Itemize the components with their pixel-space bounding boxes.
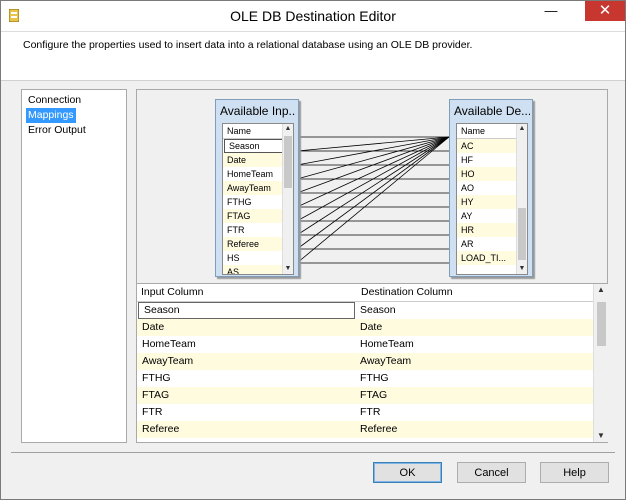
close-button[interactable]: ✕ bbox=[585, 1, 625, 21]
destination-column-cell[interactable]: FTHG bbox=[355, 370, 389, 387]
title-bar[interactable]: OLE DB Destination Editor — ✕ bbox=[1, 1, 625, 32]
editor-description: Configure the properties used to insert … bbox=[23, 39, 473, 51]
scroll-up-icon[interactable]: ▲ bbox=[283, 124, 293, 134]
scroll-thumb[interactable] bbox=[284, 136, 292, 188]
mapping-connector-lines bbox=[296, 136, 450, 264]
destination-column-item[interactable]: HR bbox=[457, 223, 521, 237]
available-input-columns-table[interactable]: Available Inp... Name Season Date HomeTe… bbox=[215, 99, 299, 277]
scroll-up-icon[interactable]: ▲ bbox=[517, 124, 527, 134]
table-row[interactable]: AwayTeam AwayTeam bbox=[137, 353, 593, 370]
scroll-up-icon[interactable]: ▲ bbox=[594, 284, 608, 296]
input-column-item[interactable]: FTR bbox=[223, 223, 287, 237]
destination-column-item[interactable]: LOAD_TI... bbox=[457, 251, 521, 265]
input-column-item[interactable]: Referee bbox=[223, 237, 287, 251]
input-column-header[interactable]: Input Column bbox=[137, 284, 203, 301]
scroll-thumb[interactable] bbox=[518, 208, 526, 260]
scroll-thumb[interactable] bbox=[597, 302, 606, 346]
input-column-header: Name bbox=[223, 124, 287, 139]
destination-column-cell[interactable]: Date bbox=[355, 319, 382, 336]
input-column-item[interactable]: HS bbox=[223, 251, 287, 265]
mappings-panel: Available Inp... Name Season Date HomeTe… bbox=[136, 89, 608, 443]
input-column-cell[interactable]: HomeTeam bbox=[137, 336, 196, 353]
help-button[interactable]: Help bbox=[540, 462, 609, 483]
destination-column-item[interactable]: AC bbox=[457, 139, 521, 153]
destination-column-item[interactable]: AO bbox=[457, 181, 521, 195]
mapping-line[interactable] bbox=[296, 136, 450, 208]
available-destination-columns-table[interactable]: Available De... Name AC HF HO AO HY AY H… bbox=[449, 99, 533, 277]
nav-item-connection-manager[interactable]: Connection Manager bbox=[26, 93, 126, 121]
mapping-line[interactable] bbox=[296, 136, 450, 264]
input-column-cell[interactable]: FTR bbox=[137, 404, 162, 421]
destination-column-item[interactable]: HO bbox=[457, 167, 521, 181]
input-column-item[interactable]: FTAG bbox=[223, 209, 287, 223]
nav-item-error-output[interactable]: Error Output bbox=[26, 123, 88, 138]
available-input-columns-title: Available Inp... bbox=[220, 104, 296, 118]
table-row[interactable]: FTR FTR bbox=[137, 404, 593, 421]
destination-column-item[interactable]: AR bbox=[457, 237, 521, 251]
input-column-cell[interactable]: FTHG bbox=[137, 370, 171, 387]
destination-column-item[interactable]: AY bbox=[457, 209, 521, 223]
input-column-item[interactable]: AwayTeam bbox=[223, 181, 287, 195]
mapping-line[interactable] bbox=[296, 136, 450, 180]
available-destination-columns-title: Available De... bbox=[454, 104, 530, 118]
table-row[interactable]: Season Season bbox=[137, 302, 593, 319]
destination-column-header[interactable]: Destination Column bbox=[357, 284, 453, 301]
input-column-cell[interactable]: Date bbox=[137, 319, 164, 336]
header-band: Configure the properties used to insert … bbox=[1, 32, 625, 81]
destination-column-list: Name AC HF HO AO HY AY HR AR LOAD_TI... … bbox=[456, 123, 528, 275]
input-column-item[interactable]: Season bbox=[224, 139, 287, 153]
cancel-button[interactable]: Cancel bbox=[457, 462, 526, 483]
destination-column-cell[interactable]: AwayTeam bbox=[355, 353, 411, 370]
minimize-button[interactable]: — bbox=[538, 1, 564, 21]
destination-column-item[interactable]: HF bbox=[457, 153, 521, 167]
input-column-cell[interactable]: Season bbox=[138, 302, 355, 319]
window-title: OLE DB Destination Editor bbox=[230, 8, 396, 24]
destination-column-cell[interactable]: FTAG bbox=[355, 387, 387, 404]
destination-list-scrollbar[interactable]: ▲ ▼ bbox=[516, 124, 527, 274]
mapping-grid: Input Column Destination Column Season S… bbox=[137, 284, 608, 442]
input-column-item[interactable]: Date bbox=[223, 153, 287, 167]
page-navigation-list: Connection Manager Mappings Error Output bbox=[21, 89, 127, 443]
table-row[interactable]: HomeTeam HomeTeam bbox=[137, 336, 593, 353]
input-column-cell[interactable]: Referee bbox=[137, 421, 179, 438]
grid-header: Input Column Destination Column bbox=[137, 284, 593, 302]
mapping-line[interactable] bbox=[296, 136, 450, 152]
ole-db-destination-editor-window: OLE DB Destination Editor — ✕ Configure … bbox=[0, 0, 626, 500]
scroll-down-icon[interactable]: ▼ bbox=[517, 264, 527, 274]
input-column-cell[interactable]: AwayTeam bbox=[137, 353, 193, 370]
destination-column-cell[interactable]: FTR bbox=[355, 404, 380, 421]
destination-column-cell[interactable]: HomeTeam bbox=[355, 336, 414, 353]
destination-column-cell[interactable]: Season bbox=[355, 302, 396, 319]
scroll-down-icon[interactable]: ▼ bbox=[283, 264, 293, 274]
grid-scrollbar[interactable]: ▲ ▼ bbox=[593, 284, 608, 442]
destination-column-cell[interactable]: Referee bbox=[355, 421, 397, 438]
input-column-item[interactable]: FTHG bbox=[223, 195, 287, 209]
ok-button[interactable]: OK bbox=[373, 462, 442, 483]
input-list-scrollbar[interactable]: ▲ ▼ bbox=[282, 124, 293, 274]
mapping-line[interactable] bbox=[296, 136, 450, 236]
input-column-item[interactable]: AS bbox=[223, 265, 287, 274]
input-column-item[interactable]: HomeTeam bbox=[223, 167, 287, 181]
scroll-down-icon[interactable]: ▼ bbox=[594, 430, 608, 442]
input-column-cell[interactable]: FTAG bbox=[137, 387, 169, 404]
mapping-diagram: Available Inp... Name Season Date HomeTe… bbox=[137, 90, 607, 284]
table-row[interactable]: Referee Referee bbox=[137, 421, 593, 438]
destination-column-header: Name bbox=[457, 124, 521, 139]
table-row[interactable]: FTHG FTHG bbox=[137, 370, 593, 387]
destination-column-item[interactable]: HY bbox=[457, 195, 521, 209]
input-column-list: Name Season Date HomeTeam AwayTeam FTHG … bbox=[222, 123, 294, 275]
table-row[interactable]: Date Date bbox=[137, 319, 593, 336]
table-row[interactable]: FTAG FTAG bbox=[137, 387, 593, 404]
nav-item-mappings[interactable]: Mappings bbox=[26, 108, 76, 123]
footer-divider bbox=[11, 452, 615, 453]
